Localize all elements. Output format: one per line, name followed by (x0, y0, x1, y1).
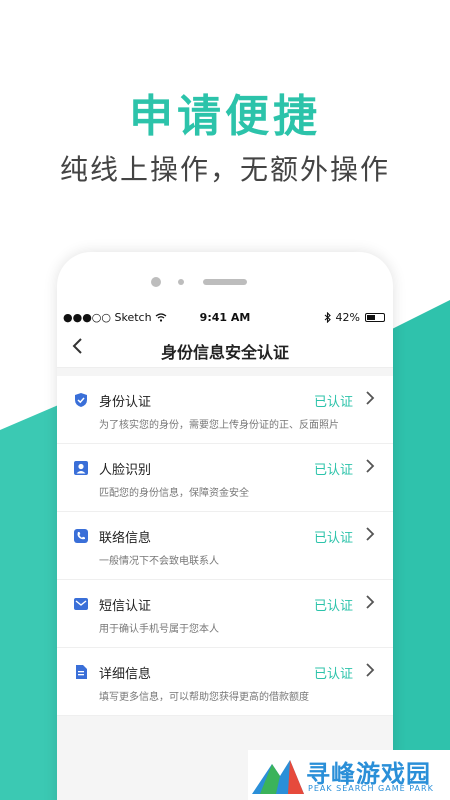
item-title: 身份认证 (99, 395, 152, 410)
mail-icon (74, 598, 88, 610)
item-desc: 填写更多信息，可以帮助您获得更高的借款额度 (99, 692, 309, 703)
status-right: 42% (324, 311, 385, 324)
item-title: 人脸识别 (99, 463, 152, 478)
person-icon (74, 461, 88, 475)
status-bar: ●●●○○ Sketch 9:41 AM 42% (57, 308, 393, 328)
chevron-right-icon (366, 527, 375, 541)
list-item-contacts[interactable]: 联络信息 一般情况下不会致电联系人 已认证 (57, 512, 393, 580)
chevron-right-icon (366, 459, 375, 473)
chevron-right-icon (366, 391, 375, 405)
item-title: 短信认证 (99, 599, 152, 614)
promo-headline: 申请便捷 (129, 91, 321, 142)
verification-list: 身份认证 为了核实您的身份，需要您上传身份证的正、反面照片 已认证 人脸识别 匹… (57, 376, 393, 716)
shield-icon (75, 393, 87, 407)
camera-icon (151, 277, 161, 287)
chevron-right-icon (366, 663, 375, 677)
list-item-details[interactable]: 详细信息 填写更多信息，可以帮助您获得更高的借款额度 已认证 (57, 648, 393, 716)
sensor-icon (178, 279, 184, 285)
phone-screen: ●●●○○ Sketch 9:41 AM 42% 身份信息安全认证 身份认证 为… (57, 308, 393, 800)
status-badge: 已认证 (313, 395, 353, 410)
status-badge: 已认证 (313, 531, 353, 546)
list-item-sms[interactable]: 短信认证 用于确认手机号属于您本人 已认证 (57, 580, 393, 648)
watermark-subtitle: PEAK SEARCH GAME PARK (308, 784, 434, 793)
document-icon (76, 665, 87, 679)
battery-percent: 42% (335, 311, 360, 324)
bluetooth-icon (324, 312, 331, 323)
item-title: 联络信息 (99, 531, 152, 546)
status-badge: 已认证 (313, 599, 353, 614)
speaker-icon (203, 279, 247, 285)
nav-bar: 身份信息安全认证 (57, 328, 393, 368)
status-badge: 已认证 (313, 667, 353, 682)
phone-top-bezel (57, 252, 393, 308)
status-badge: 已认证 (313, 463, 353, 478)
chevron-right-icon (366, 595, 375, 609)
item-desc: 一般情况下不会致电联系人 (99, 556, 219, 567)
watermark: 寻峰游戏园 PEAK SEARCH GAME PARK (248, 750, 450, 800)
phone-mockup: ●●●○○ Sketch 9:41 AM 42% 身份信息安全认证 身份认证 为… (57, 252, 393, 800)
mountain-logo-icon (252, 760, 304, 794)
item-desc: 为了核实您的身份，需要您上传身份证的正、反面照片 (99, 420, 339, 431)
item-title: 详细信息 (99, 667, 152, 682)
item-desc: 用于确认手机号属于您本人 (99, 624, 219, 635)
phone-icon (74, 529, 88, 543)
promo-subline: 纯线上操作，无额外操作 (59, 153, 390, 186)
item-desc: 匹配您的身份信息，保障资金安全 (99, 488, 249, 499)
list-item-face[interactable]: 人脸识别 匹配您的身份信息，保障资金安全 已认证 (57, 444, 393, 512)
page-title: 身份信息安全认证 (160, 343, 289, 362)
list-item-identity[interactable]: 身份认证 为了核实您的身份，需要您上传身份证的正、反面照片 已认证 (57, 376, 393, 444)
battery-icon (365, 313, 385, 322)
